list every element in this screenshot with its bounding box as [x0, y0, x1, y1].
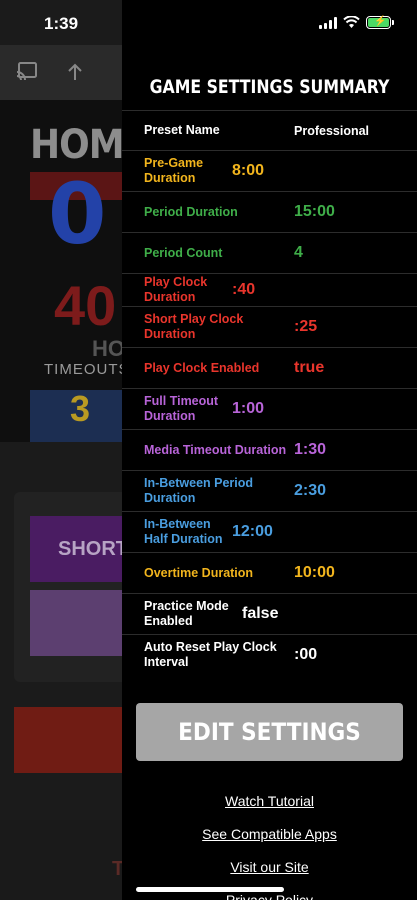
setting-label: Play Clock Enabled [144, 360, 260, 375]
setting-label: Preset Name [144, 123, 220, 137]
setting-value: 2:30 [294, 482, 327, 499]
setting-label: In-Between Period Duration [144, 476, 254, 505]
setting-value: 15:00 [294, 203, 335, 220]
setting-value: :25 [294, 318, 318, 335]
signal-icon [319, 16, 337, 29]
settings-row: Full Timeout Duration 1:00 [122, 388, 417, 429]
drawer-link[interactable]: See Compatible Apps [122, 823, 417, 856]
settings-row: Overtime Duration 10:00 [122, 552, 417, 593]
setting-value: true [294, 359, 325, 376]
settings-summary-drawer: GAME SETTINGS SUMMARY Preset Name Profess… [122, 0, 417, 900]
share-icon[interactable] [66, 62, 84, 82]
settings-row: Preset Name Professional [122, 110, 417, 150]
settings-row: In-Between Period Duration 2:30 [122, 470, 417, 511]
status-time: 1:39 [44, 14, 79, 33]
edit-settings-button[interactable]: EDIT SETTINGS [136, 703, 403, 761]
score-display: 0 [48, 165, 107, 263]
play-clock-display: 40 [54, 274, 117, 337]
settings-table: Preset Name Professional Pre-Game Duration… [122, 110, 417, 675]
setting-value: Professional [294, 123, 370, 138]
battery-charging-icon: ⚡ [366, 16, 394, 29]
setting-label: Play Clock Duration [144, 275, 208, 304]
setting-label: Period Count [144, 245, 223, 260]
setting-label: Full Timeout Duration [144, 394, 219, 423]
setting-label: Pre-Game Duration [144, 156, 204, 185]
setting-value: 4 [294, 244, 303, 261]
wifi-icon [343, 16, 360, 28]
settings-row: In-Between Half Duration 12:00 [122, 511, 417, 552]
setting-value: false [242, 605, 279, 622]
red-action-button[interactable] [14, 707, 124, 773]
settings-row: Period Count 4 [122, 232, 417, 273]
settings-row: Short Play Clock Duration :25 [122, 306, 417, 347]
settings-row: Play Clock Duration :40 [122, 273, 417, 306]
settings-row: Play Clock Enabled true [122, 347, 417, 388]
cast-icon[interactable] [16, 62, 38, 82]
setting-label: In-Between Half Duration [144, 517, 223, 546]
settings-row: Media Timeout Duration 1:30 [122, 429, 417, 470]
setting-label: Short Play Clock Duration [144, 312, 244, 341]
setting-label: Auto Reset Play Clock Interval [144, 640, 277, 669]
setting-value: 12:00 [232, 523, 273, 540]
drawer-links: Watch Tutorial See Compatible Apps Visit o… [122, 790, 417, 900]
settings-row: Auto Reset Play Clock Interval :00 [122, 634, 417, 675]
drawer-link[interactable]: Visit our Site [122, 856, 417, 889]
setting-label: Overtime Duration [144, 565, 254, 580]
settings-row: Pre-Game Duration 8:00 [122, 150, 417, 191]
timeout-button[interactable] [30, 590, 122, 656]
setting-label: Period Duration [144, 204, 238, 219]
setting-value: 10:00 [294, 564, 335, 581]
timeouts-label: TIMEOUTS [44, 361, 130, 378]
setting-value: :00 [294, 646, 318, 663]
setting-value: 8:00 [232, 162, 265, 179]
setting-label: Practice Mode Enabled [144, 599, 229, 628]
partial-team-label: HO [92, 336, 125, 361]
settings-row: Period Duration 15:00 [122, 191, 417, 232]
home-indicator[interactable] [136, 887, 284, 892]
setting-label: Media Timeout Duration [144, 442, 287, 457]
setting-value: 1:30 [294, 441, 327, 458]
status-icons: ⚡ [319, 16, 394, 29]
drawer-link[interactable]: Watch Tutorial [122, 790, 417, 823]
setting-value: 1:00 [232, 400, 265, 417]
timeouts-value: 3 [70, 388, 91, 429]
setting-value: :40 [232, 281, 256, 298]
settings-row: Practice Mode Enabled false [122, 593, 417, 634]
drawer-title: GAME SETTINGS SUMMARY [149, 76, 390, 98]
